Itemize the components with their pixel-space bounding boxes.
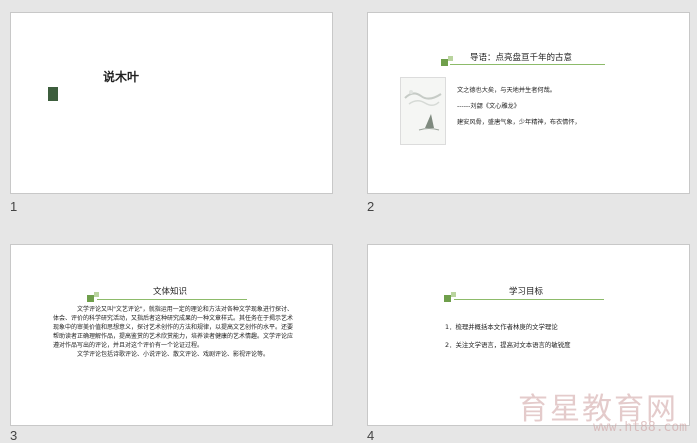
body-paragraph: 文学评论包括诗歌评论、小说评论、散文评论、戏剧评论、影视评论等。 xyxy=(77,351,270,358)
slide-number-4: 4 xyxy=(367,428,375,443)
title-underline xyxy=(97,299,247,300)
body-paragraph: 文学评论又叫"文艺评论"，就指运用一定的理论和方法对各种文学现象进行探讨、体会、… xyxy=(53,306,294,349)
quote-line: 文之德也大矣，与天地并生者何哉。 xyxy=(457,87,556,94)
slide-number-2: 2 xyxy=(367,199,375,214)
title-underline xyxy=(450,64,605,65)
slide-title: 说木叶 xyxy=(103,70,140,84)
accent-square-icon xyxy=(87,295,94,302)
slide-thumbnail-3[interactable]: 文体知识 文学评论又叫"文艺评论"，就指运用一定的理论和方法对各种文学现象进行探… xyxy=(10,244,333,426)
slide-thumbnail-4[interactable]: 学习目标 1．梳理并概括本文作者林庚的文学理论 2．关注文学语言，提高对文本语言… xyxy=(367,244,690,426)
slide-title: 导语：点亮盘亘千年的古意 xyxy=(470,53,573,63)
accent-square-icon xyxy=(441,59,448,66)
slide-number-1: 1 xyxy=(10,199,18,214)
objective-item: 2．关注文学语言，提高对文本语言的敏锐度 xyxy=(445,341,571,349)
objective-item: 1．梳理并概括本文作者林庚的文学理论 xyxy=(445,323,558,331)
accent-square-icon xyxy=(444,295,451,302)
slide-thumbnail-2[interactable]: 导语：点亮盘亘千年的古意 文之德也大矣，与天地并生者何哉。 ------刘勰《文… xyxy=(367,12,690,194)
intro-line: 建安风骨，盛唐气象，少年精神，布衣情怀， xyxy=(457,119,581,126)
title-underline xyxy=(454,299,604,300)
slide-title: 文体知识 xyxy=(153,287,188,297)
accent-square-icon xyxy=(94,292,99,297)
accent-square-icon xyxy=(451,292,456,297)
quote-attribution: ------刘勰《文心雕龙》 xyxy=(457,103,520,110)
slide-body: 文学评论又叫"文艺评论"，就指运用一定的理论和方法对各种文学现象进行探讨、体会、… xyxy=(53,305,293,359)
accent-square-icon xyxy=(448,56,453,61)
ink-landscape-image xyxy=(400,77,446,145)
slide-thumbnail-1[interactable]: 说木叶 xyxy=(10,12,333,194)
accent-block-icon xyxy=(48,87,58,101)
slide-number-3: 3 xyxy=(10,428,18,443)
slide-title: 学习目标 xyxy=(509,287,544,297)
